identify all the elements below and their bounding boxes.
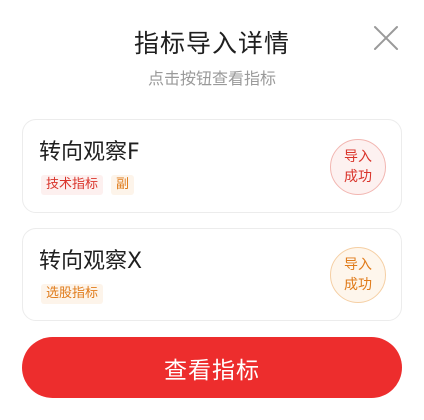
indicator-name: 转向观察X xyxy=(39,249,143,274)
dialog-title: 指标导入详情 xyxy=(133,29,290,58)
stamp-line: 成功 xyxy=(344,277,372,293)
import-details-dialog: 指标导入详情 点击按钮查看指标 转向观察F 技术指标 副 导入 成功 转向观察X… xyxy=(0,0,424,420)
indicator-tag: 副 xyxy=(111,175,135,195)
close-button[interactable] xyxy=(372,24,400,52)
indicator-card: 转向观察F 技术指标 副 导入 成功 xyxy=(22,119,402,213)
stamp-line: 导入 xyxy=(344,149,372,165)
indicator-tag: 选股指标 xyxy=(41,284,104,304)
import-success-stamp: 导入 成功 xyxy=(330,247,386,303)
view-indicators-button[interactable]: 查看指标 xyxy=(22,337,402,398)
stamp-line: 导入 xyxy=(344,257,372,273)
indicator-tags: 技术指标 副 xyxy=(41,175,135,195)
indicator-name: 转向观察F xyxy=(39,140,140,165)
import-success-stamp: 导入 成功 xyxy=(330,139,386,195)
indicator-card: 转向观察X 选股指标 导入 成功 xyxy=(22,228,402,321)
indicator-tags: 选股指标 xyxy=(41,284,104,304)
stamp-line: 成功 xyxy=(344,169,372,185)
dialog-subtitle: 点击按钮查看指标 xyxy=(147,69,276,88)
indicator-tag: 技术指标 xyxy=(41,175,104,195)
close-icon xyxy=(374,26,398,50)
